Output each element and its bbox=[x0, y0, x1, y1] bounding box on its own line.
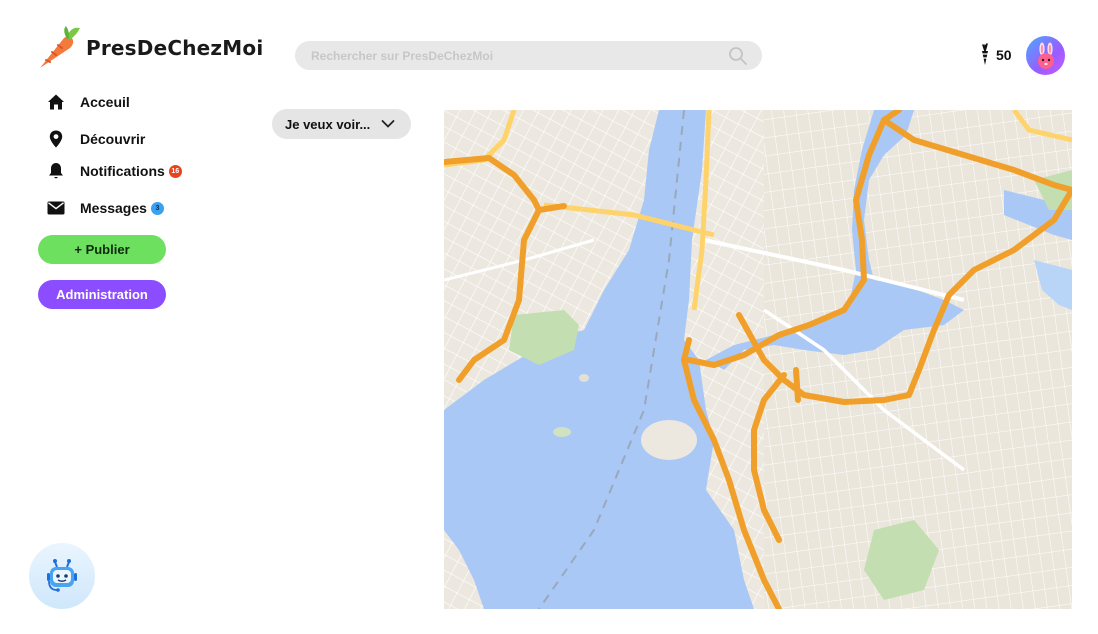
coin-balance: 50 bbox=[978, 43, 1012, 67]
app-logo[interactable]: PresDeChezMoi bbox=[34, 24, 263, 72]
messages-count-badge: 3 bbox=[150, 201, 164, 215]
sidebar-item-label: Notifications bbox=[80, 163, 165, 179]
map-highway bbox=[536, 203, 567, 213]
sidebar-item-messages[interactable]: Messages 3 bbox=[46, 198, 164, 218]
map-island-ellis bbox=[579, 374, 589, 382]
map-canvas[interactable] bbox=[444, 110, 1072, 609]
location-pin-icon bbox=[46, 129, 66, 149]
sidebar-item-notifications[interactable]: Notifications 16 bbox=[46, 161, 182, 181]
search-icon[interactable] bbox=[728, 46, 748, 66]
map-highway bbox=[793, 367, 801, 403]
app-name: PresDeChezMoi bbox=[86, 36, 264, 60]
search-bar[interactable]: Rechercher sur PresDeChezMoi bbox=[295, 41, 762, 70]
sidebar-item-decouvrir[interactable]: Découvrir bbox=[46, 129, 145, 149]
envelope-icon bbox=[46, 198, 66, 218]
robot-assistant-icon bbox=[47, 559, 77, 592]
map-island-liberty bbox=[553, 427, 571, 437]
view-filter-label: Je veux voir... bbox=[285, 116, 371, 132]
sidebar-item-accueil[interactable]: Acceuil bbox=[46, 92, 130, 112]
publish-button[interactable]: + Publier bbox=[38, 235, 166, 264]
assistant-button[interactable] bbox=[29, 543, 95, 609]
sidebar-item-label: Acceuil bbox=[80, 94, 130, 110]
carrot-coin-icon bbox=[981, 43, 989, 65]
map-island-governors bbox=[641, 420, 697, 460]
chevron-down-icon bbox=[381, 120, 395, 128]
sidebar-item-label: Messages bbox=[80, 200, 147, 216]
rabbit-avatar-icon bbox=[1037, 42, 1054, 69]
coin-count: 50 bbox=[996, 47, 1012, 63]
bell-icon bbox=[46, 161, 66, 181]
home-icon bbox=[46, 92, 66, 112]
administration-button[interactable]: Administration bbox=[38, 280, 166, 309]
carrot-logo-icon bbox=[40, 26, 80, 68]
map-view[interactable] bbox=[444, 110, 1072, 609]
notifications-count-badge: 16 bbox=[168, 164, 182, 178]
search-input[interactable]: Rechercher sur PresDeChezMoi bbox=[311, 49, 728, 63]
sidebar-item-label: Découvrir bbox=[80, 131, 146, 147]
view-filter-dropdown[interactable]: Je veux voir... bbox=[272, 109, 411, 139]
avatar[interactable] bbox=[1026, 36, 1065, 75]
